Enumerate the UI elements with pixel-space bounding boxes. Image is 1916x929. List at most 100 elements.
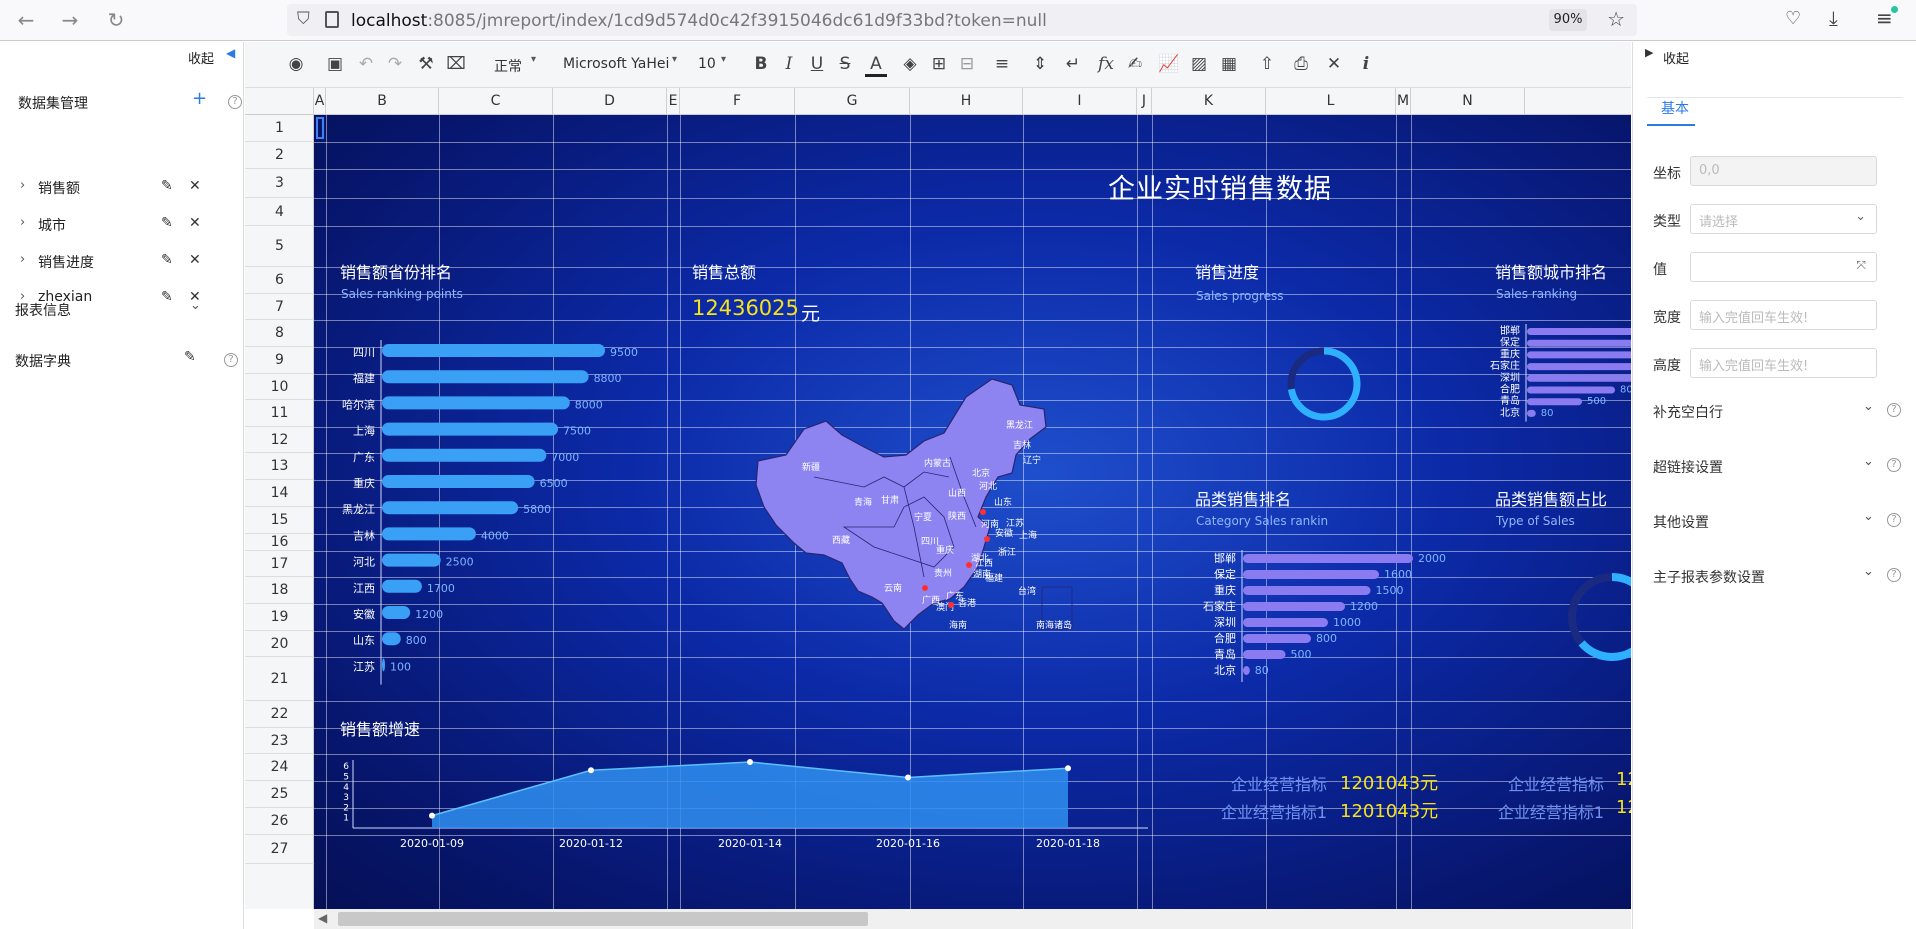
forward-icon[interactable]: → [56, 6, 84, 34]
url-bar[interactable]: ⛉ localhost:8085/jmreport/index/1cd9d574… [287, 4, 1637, 36]
undo-icon[interactable]: ↶ [355, 54, 377, 74]
edit-dict-icon[interactable]: ✎ [184, 349, 196, 365]
edit-icon[interactable]: ✎ [161, 252, 173, 268]
pocket-icon[interactable]: ♡ [1785, 8, 1801, 29]
dataset-item[interactable]: › 销售进度 ✎ ✕ [0, 250, 244, 274]
bold-icon[interactable]: B [750, 54, 772, 74]
edit-icon[interactable]: ✎ [161, 289, 173, 305]
row-header[interactable]: 3 [245, 169, 314, 198]
close-icon[interactable]: ✕ [189, 178, 201, 194]
collapse-right-button[interactable]: 收起 [1663, 48, 1689, 67]
row-header[interactable]: 24 [245, 754, 314, 781]
row-header[interactable]: 2 [245, 142, 314, 169]
format-painter-icon[interactable]: ⚒ [415, 54, 437, 74]
column-header[interactable]: H [910, 88, 1023, 115]
strikethrough-icon[interactable]: S [834, 54, 856, 74]
row-header[interactable]: 12 [245, 427, 314, 453]
column-header[interactable]: J [1137, 88, 1152, 115]
help-icon[interactable]: ? [1887, 513, 1901, 527]
settings-section[interactable]: 主子报表参数设置 ⌄? [1633, 564, 1916, 591]
row-header[interactable]: 26 [245, 808, 314, 835]
column-header[interactable]: K [1152, 88, 1266, 115]
type-select[interactable]: 请选择 ⌄ [1690, 204, 1877, 234]
row-header[interactable]: 1 [245, 115, 314, 142]
row-header[interactable]: 25 [245, 781, 314, 808]
help-icon[interactable]: ? [224, 353, 238, 367]
clear-format-icon[interactable]: ⌧ [445, 54, 467, 74]
column-header[interactable]: D [553, 88, 667, 115]
redo-icon[interactable]: ↷ [384, 54, 406, 74]
zoom-badge[interactable]: 90% [1549, 9, 1587, 31]
settings-section[interactable]: 其他设置 ⌄? [1633, 509, 1916, 536]
download-icon[interactable]: ⤓ [1829, 6, 1838, 30]
row-header[interactable]: 21 [245, 657, 314, 701]
column-header[interactable]: L [1266, 88, 1396, 115]
expand-icon[interactable]: ⤧ [1856, 258, 1866, 273]
chevron-right-icon[interactable]: › [20, 252, 25, 267]
preview-eye-icon[interactable]: ◉ [285, 54, 307, 74]
row-header[interactable]: 13 [245, 453, 314, 480]
qrcode-icon[interactable]: ▦ [1218, 54, 1240, 74]
chevron-right-icon[interactable]: › [20, 215, 25, 230]
save-icon[interactable]: ▣ [324, 54, 346, 74]
row-header[interactable]: 16 [245, 534, 314, 551]
report-canvas[interactable]: 企业实时销售数据 销售额省份排名 Sales ranking points 销售… [314, 115, 1631, 909]
row-header[interactable]: 9 [245, 347, 314, 374]
row-header[interactable]: 10 [245, 374, 314, 400]
chevron-right-icon[interactable]: › [20, 178, 25, 193]
tab-basic[interactable]: 基本 [1661, 98, 1689, 118]
settings-section[interactable]: 超链接设置 ⌄? [1633, 454, 1916, 481]
chevron-down-icon[interactable]: ⌄ [1863, 454, 1874, 469]
column-header[interactable]: I [1023, 88, 1137, 115]
back-icon[interactable]: ← [12, 6, 40, 34]
row-header[interactable]: 22 [245, 701, 314, 728]
width-input[interactable]: 输入完值回车生效! [1690, 300, 1877, 330]
row-header[interactable]: 8 [245, 320, 314, 347]
scroll-thumb[interactable] [338, 912, 868, 926]
row-header[interactable]: 5 [245, 226, 314, 267]
chevron-down-icon[interactable]: ⌄ [1863, 509, 1874, 524]
row-header[interactable]: 23 [245, 728, 314, 754]
image-icon[interactable]: ▨ [1188, 54, 1210, 74]
help-icon[interactable]: ? [228, 95, 242, 109]
italic-icon[interactable]: I [778, 54, 800, 74]
print-icon[interactable]: ⎙ [1290, 54, 1312, 74]
function-icon[interactable]: fx [1095, 54, 1117, 74]
column-header[interactable]: C [439, 88, 553, 115]
report-info-label[interactable]: 报表信息 [15, 300, 71, 320]
chevron-down-icon[interactable]: ⌄ [190, 298, 201, 313]
scroll-left-icon[interactable]: ◀ [318, 911, 327, 925]
format-select[interactable]: 正常 [494, 56, 522, 76]
row-header[interactable]: 7 [245, 294, 314, 320]
wrap-icon[interactable]: ↵ [1062, 54, 1084, 74]
font-color-icon[interactable]: A [865, 54, 887, 77]
tools-icon[interactable]: ✕ [1323, 54, 1345, 74]
close-icon[interactable]: ✕ [189, 215, 201, 231]
column-header[interactable]: M [1396, 88, 1411, 115]
reload-icon[interactable]: ↻ [102, 6, 130, 34]
row-header[interactable]: 20 [245, 631, 314, 657]
row-header[interactable]: 19 [245, 604, 314, 631]
info-icon[interactable]: i [1355, 54, 1377, 74]
dataset-item[interactable]: › 城市 ✎ ✕ [0, 213, 244, 237]
dataset-item[interactable]: › 销售额 ✎ ✕ [0, 176, 244, 200]
row-header[interactable]: 6 [245, 267, 314, 294]
sign-icon[interactable]: ✍ [1124, 54, 1146, 74]
column-header[interactable]: B [326, 88, 439, 115]
edit-icon[interactable]: ✎ [161, 215, 173, 231]
column-header[interactable]: E [667, 88, 680, 115]
font-select[interactable]: Microsoft YaHei [563, 56, 669, 72]
column-header[interactable]: A [314, 88, 326, 115]
data-dict-label[interactable]: 数据字典 [15, 351, 71, 371]
row-header[interactable]: 15 [245, 507, 314, 534]
valign-icon[interactable]: ⇕ [1029, 54, 1051, 74]
value-input[interactable]: ⤧ [1690, 252, 1877, 282]
row-header[interactable]: 17 [245, 551, 314, 577]
help-icon[interactable]: ? [1887, 458, 1901, 472]
add-dataset-icon[interactable]: + [192, 88, 207, 109]
row-header[interactable]: 14 [245, 480, 314, 507]
edit-icon[interactable]: ✎ [161, 178, 173, 194]
column-header[interactable]: F [680, 88, 795, 115]
expand-arrow-icon[interactable]: ▶ [1645, 46, 1653, 59]
help-icon[interactable]: ? [1887, 568, 1901, 582]
